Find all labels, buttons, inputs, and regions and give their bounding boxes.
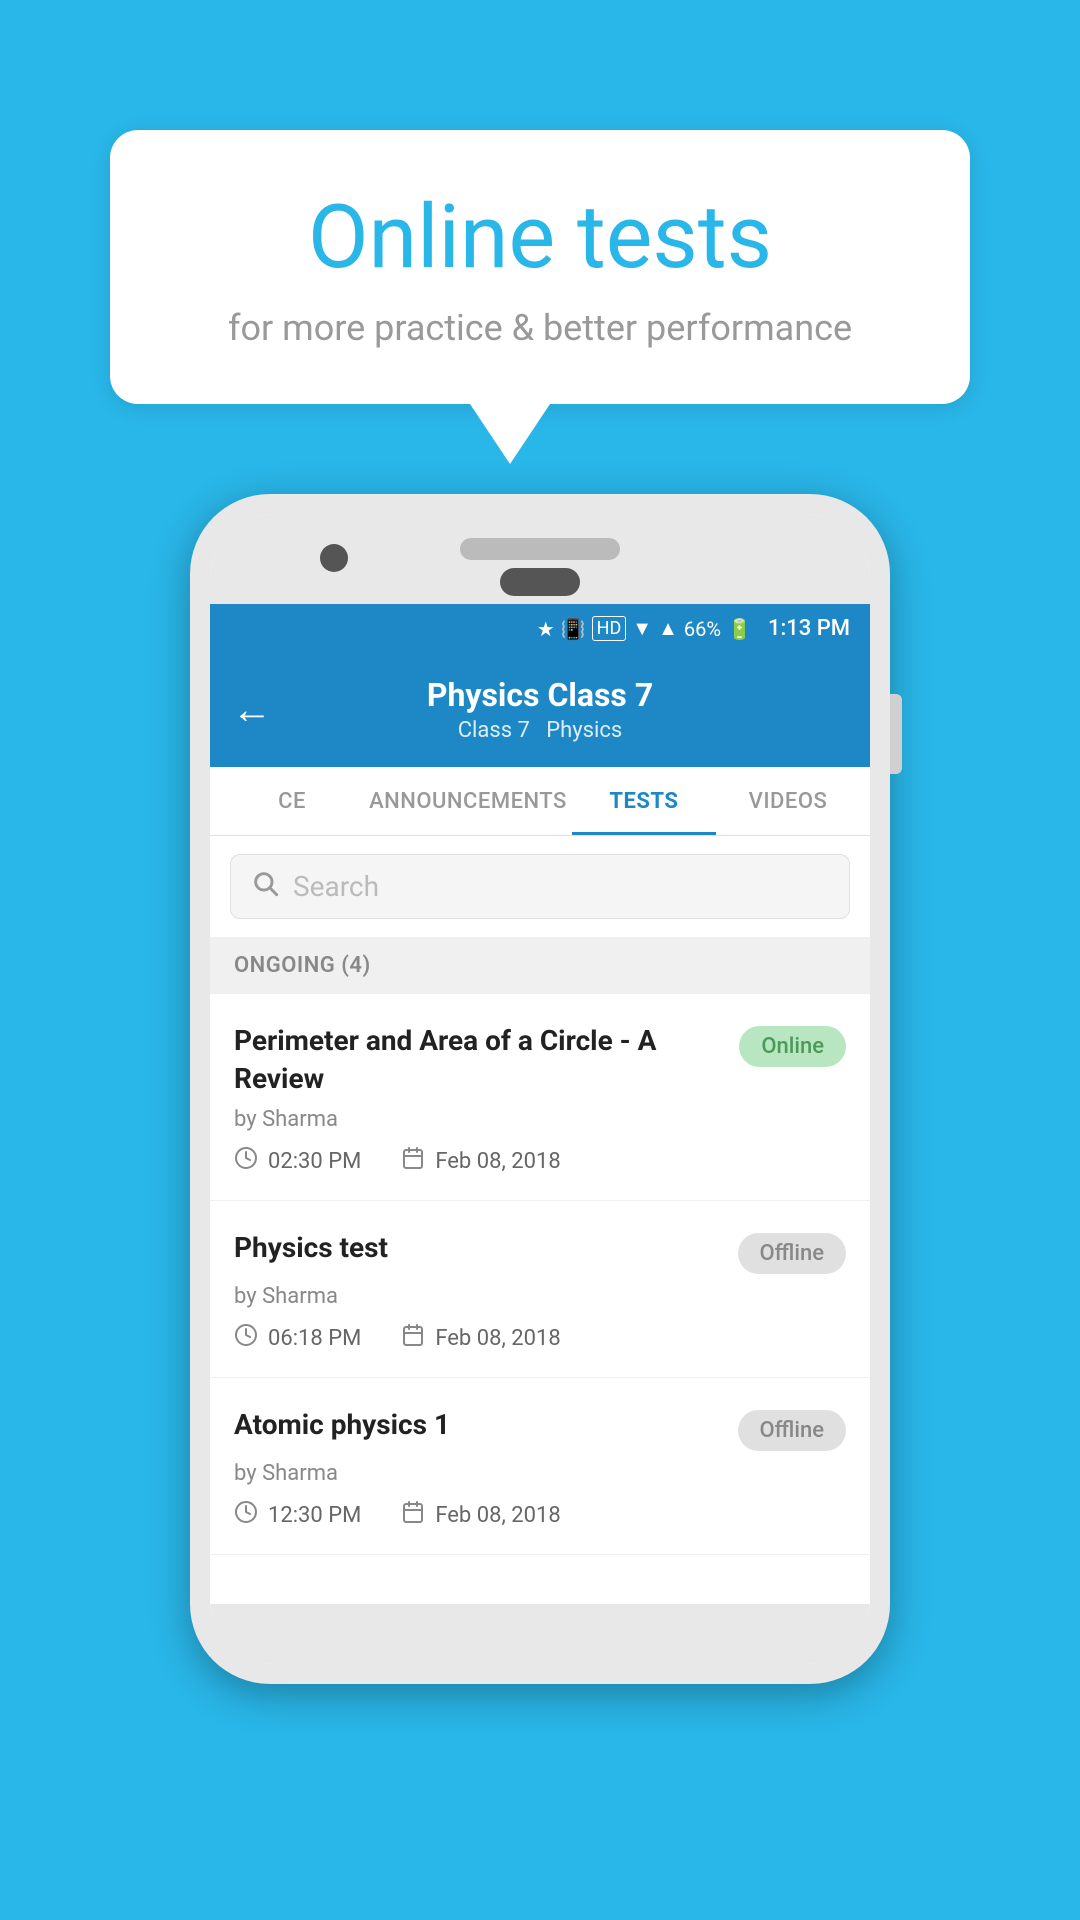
- calendar-icon: [401, 1323, 425, 1353]
- test-title: Perimeter and Area of a Circle - A Revie…: [234, 1022, 739, 1098]
- test-item-top: Physics test Offline: [234, 1229, 846, 1274]
- search-icon: [251, 869, 279, 904]
- phone-bottom-bezel: [210, 1604, 870, 1664]
- test-status-badge: Offline: [738, 1410, 846, 1451]
- test-time: 12:30 PM: [234, 1500, 361, 1530]
- subtitle-class: Class 7: [458, 718, 530, 743]
- battery-icon: 🔋: [727, 617, 752, 641]
- clock-icon: [234, 1146, 258, 1176]
- subtitle-subject: Physics: [546, 718, 622, 743]
- test-meta: 02:30 PM Feb 08, 201: [234, 1146, 846, 1176]
- calendar-icon: [401, 1500, 425, 1530]
- tab-ce[interactable]: CE: [220, 767, 364, 835]
- test-time: 02:30 PM: [234, 1146, 361, 1176]
- test-date: Feb 08, 2018: [401, 1323, 560, 1353]
- status-bar-icons: ★ 📳 HD ▼ ▲ 66% 🔋: [537, 616, 752, 641]
- test-author: by Sharma: [234, 1107, 846, 1132]
- phone-side-button: [890, 694, 902, 774]
- wifi-icon: ▼: [632, 616, 652, 641]
- test-time-value: 06:18 PM: [268, 1326, 361, 1351]
- test-date: Feb 08, 2018: [401, 1146, 560, 1176]
- test-item[interactable]: Atomic physics 1 Offline by Sharma: [210, 1378, 870, 1555]
- callout-wrapper: Online tests for more practice & better …: [110, 130, 970, 464]
- phone-outer-shell: ★ 📳 HD ▼ ▲ 66% 🔋 1:13 PM ← Physics Class…: [190, 494, 890, 1684]
- test-date-value: Feb 08, 2018: [435, 1503, 560, 1528]
- test-item-top: Atomic physics 1 Offline: [234, 1406, 846, 1451]
- back-button[interactable]: ←: [232, 690, 272, 730]
- search-container: Search: [210, 836, 870, 937]
- test-author: by Sharma: [234, 1284, 846, 1309]
- test-status-badge: Offline: [738, 1233, 846, 1274]
- phone-screen: ★ 📳 HD ▼ ▲ 66% 🔋 1:13 PM ← Physics Class…: [210, 604, 870, 1604]
- test-time-value: 12:30 PM: [268, 1503, 361, 1528]
- test-time: 06:18 PM: [234, 1323, 361, 1353]
- test-date-value: Feb 08, 2018: [435, 1326, 560, 1351]
- test-author: by Sharma: [234, 1461, 846, 1486]
- battery-text: 66%: [684, 617, 721, 641]
- test-title: Physics test: [234, 1229, 738, 1267]
- phone-camera: [320, 544, 348, 572]
- status-time: 1:13 PM: [768, 616, 850, 641]
- test-item[interactable]: Physics test Offline by Sharma: [210, 1201, 870, 1378]
- tab-announcements[interactable]: ANNOUNCEMENTS: [364, 767, 572, 835]
- test-item[interactable]: Perimeter and Area of a Circle - A Revie…: [210, 994, 870, 1202]
- phone-home-button: [500, 568, 580, 596]
- phone-top-bezel: [210, 514, 870, 604]
- search-placeholder: Search: [293, 870, 379, 903]
- calendar-icon: [401, 1146, 425, 1176]
- phone-mockup: ★ 📳 HD ▼ ▲ 66% 🔋 1:13 PM ← Physics Class…: [190, 494, 890, 1684]
- callout-tail: [470, 404, 550, 464]
- test-time-value: 02:30 PM: [268, 1149, 361, 1174]
- tab-bar: CE ANNOUNCEMENTS TESTS VIDEOS: [210, 767, 870, 836]
- tab-tests[interactable]: TESTS: [572, 767, 716, 835]
- test-item-top: Perimeter and Area of a Circle - A Revie…: [234, 1022, 846, 1098]
- test-status-badge: Online: [739, 1026, 846, 1067]
- section-header-ongoing: ONGOING (4): [210, 937, 870, 994]
- signal-icon: ▲: [658, 616, 678, 641]
- callout-subtitle: for more practice & better performance: [160, 307, 920, 349]
- app-subtitle: Class 7 Physics: [240, 718, 840, 743]
- search-bar[interactable]: Search: [230, 854, 850, 919]
- test-title: Atomic physics 1: [234, 1406, 738, 1444]
- app-title: Physics Class 7: [240, 676, 840, 714]
- clock-icon: [234, 1500, 258, 1530]
- tab-videos[interactable]: VIDEOS: [716, 767, 860, 835]
- app-header: ← Physics Class 7 Class 7 Physics: [210, 654, 870, 767]
- test-date-value: Feb 08, 2018: [435, 1149, 560, 1174]
- phone-inner: ★ 📳 HD ▼ ▲ 66% 🔋 1:13 PM ← Physics Class…: [210, 514, 870, 1664]
- phone-speaker: [460, 538, 620, 560]
- test-meta: 06:18 PM Feb 08, 201: [234, 1323, 846, 1353]
- test-meta: 12:30 PM Feb 08, 201: [234, 1500, 846, 1530]
- bluetooth-icon: ★: [537, 617, 555, 641]
- status-bar: ★ 📳 HD ▼ ▲ 66% 🔋 1:13 PM: [210, 604, 870, 654]
- callout-box: Online tests for more practice & better …: [110, 130, 970, 404]
- hd-icon: HD: [592, 616, 627, 641]
- clock-icon: [234, 1323, 258, 1353]
- vibrate-icon: 📳: [561, 617, 586, 641]
- callout-title: Online tests: [160, 190, 920, 287]
- test-date: Feb 08, 2018: [401, 1500, 560, 1530]
